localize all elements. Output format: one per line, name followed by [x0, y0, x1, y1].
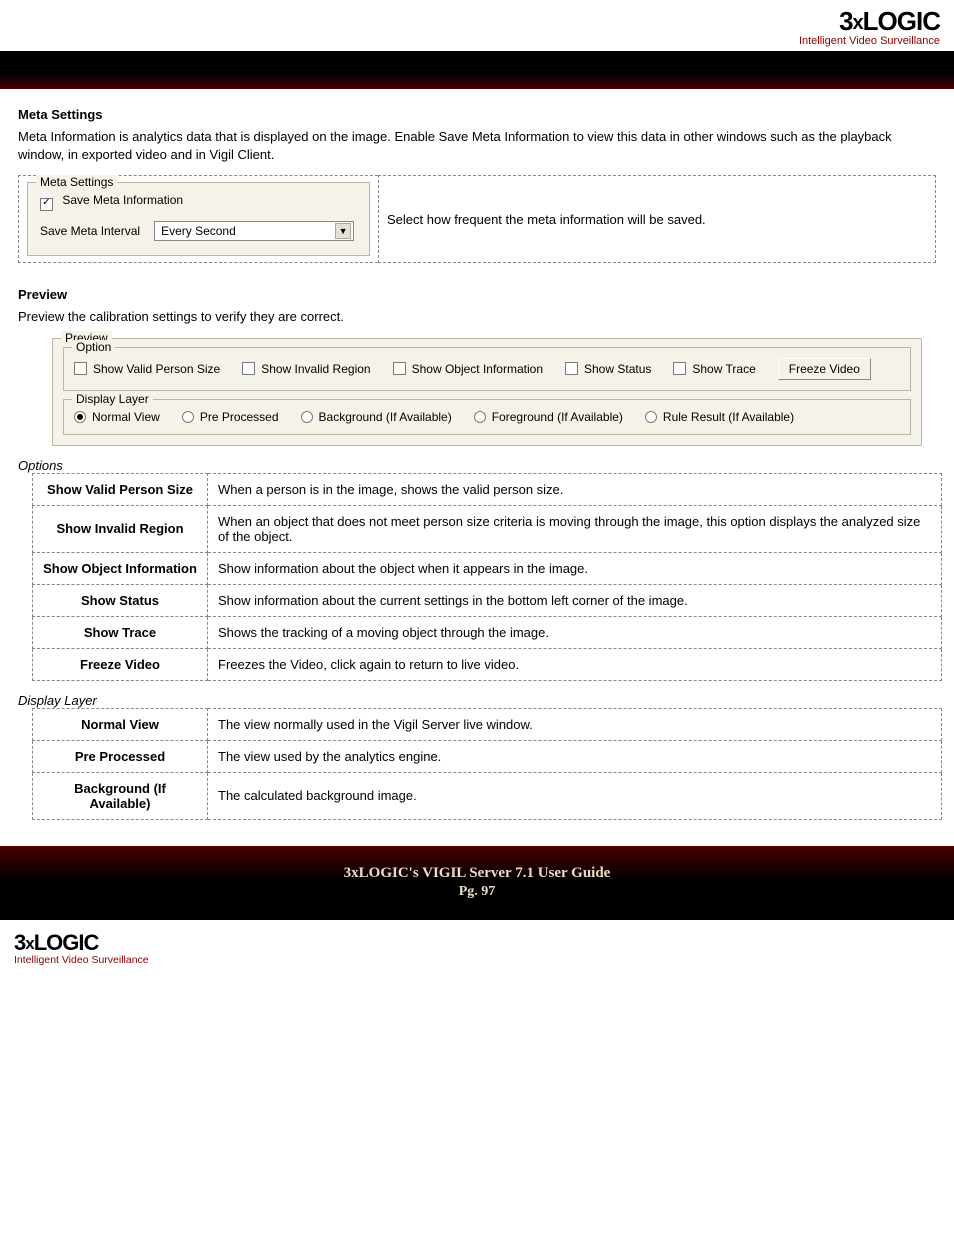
brand-logo: 3xLOGIC Intelligent Video Surveillance	[799, 6, 940, 47]
meta-settings-intro: Meta Information is analytics data that …	[18, 128, 936, 163]
header-band	[0, 51, 954, 89]
save-meta-row: Save Meta Information	[40, 193, 357, 211]
radio-icon	[182, 411, 194, 423]
meta-settings-ui-cell: Meta Settings Save Meta Information Save…	[18, 175, 378, 263]
option-invalid-region[interactable]: Show Invalid Region	[242, 362, 370, 376]
checkbox-icon	[565, 362, 578, 375]
table-row: Show StatusShow information about the cu…	[33, 584, 942, 616]
layer-pre-processed[interactable]: Pre Processed	[182, 410, 279, 424]
preview-intro: Preview the calibration settings to veri…	[18, 308, 936, 326]
radio-icon	[645, 411, 657, 423]
table-row: Background (If Available)The calculated …	[33, 772, 942, 819]
brand-logo-footer: 3xLOGIC Intelligent Video Surveillance	[14, 930, 940, 966]
radio-icon	[74, 411, 86, 423]
checkbox-icon	[74, 362, 87, 375]
footer-band: 3xLOGIC's VIGIL Server 7.1 User Guide Pg…	[0, 846, 954, 920]
preview-option-fieldset: Option Show Valid Person Size Show Inval…	[63, 347, 911, 391]
preview-fieldset: Preview Option Show Valid Person Size Sh…	[52, 338, 922, 446]
meta-settings-row: Meta Settings Save Meta Information Save…	[18, 175, 936, 263]
layer-foreground[interactable]: Foreground (If Available)	[474, 410, 623, 424]
freeze-video-button[interactable]: Freeze Video	[778, 358, 871, 380]
table-row: Show TraceShows the tracking of a moving…	[33, 616, 942, 648]
brand-tagline-footer: Intelligent Video Surveillance	[14, 954, 940, 966]
option-show-trace[interactable]: Show Trace	[673, 362, 755, 376]
save-meta-checkbox[interactable]	[40, 198, 53, 211]
option-valid-person[interactable]: Show Valid Person Size	[74, 362, 220, 376]
options-table: Show Valid Person SizeWhen a person is i…	[32, 473, 942, 681]
preview-heading: Preview	[18, 287, 936, 302]
chevron-down-icon: ▼	[335, 223, 351, 239]
brand-tagline: Intelligent Video Surveillance	[799, 35, 940, 47]
save-meta-interval-value: Every Second	[161, 224, 236, 238]
table-row: Show Invalid RegionWhen an object that d…	[33, 505, 942, 552]
meta-settings-heading: Meta Settings	[18, 107, 936, 122]
brand-name-footer: 3xLOGIC	[14, 930, 940, 956]
footer-title: 3xLOGIC's VIGIL Server 7.1 User Guide	[344, 865, 611, 882]
page-content: Meta Settings Meta Information is analyt…	[0, 89, 954, 820]
option-object-info[interactable]: Show Object Information	[393, 362, 543, 376]
layer-rule-result[interactable]: Rule Result (If Available)	[645, 410, 794, 424]
table-row: Freeze VideoFreezes the Video, click aga…	[33, 648, 942, 680]
table-row: Normal ViewThe view normally used in the…	[33, 708, 942, 740]
display-layer-legend: Display Layer	[72, 392, 153, 406]
table-row: Pre ProcessedThe view used by the analyt…	[33, 740, 942, 772]
table-row: Show Valid Person SizeWhen a person is i…	[33, 473, 942, 505]
meta-fieldset-legend: Meta Settings	[36, 175, 117, 189]
table-row: Show Object InformationShow information …	[33, 552, 942, 584]
brand-name: 3xLOGIC	[799, 6, 940, 37]
layer-background[interactable]: Background (If Available)	[301, 410, 452, 424]
checkbox-icon	[393, 362, 406, 375]
save-meta-interval-label: Save Meta Interval	[40, 224, 140, 238]
preview-display-layer-fieldset: Display Layer Normal View Pre Processed …	[63, 399, 911, 435]
radio-icon	[474, 411, 486, 423]
footer-page: Pg. 97	[459, 884, 496, 900]
radio-icon	[301, 411, 313, 423]
meta-settings-desc: Select how frequent the meta information…	[387, 212, 706, 227]
option-show-status[interactable]: Show Status	[565, 362, 651, 376]
save-meta-interval-row: Save Meta Interval Every Second ▼	[40, 221, 357, 241]
checkbox-icon	[673, 362, 686, 375]
option-legend: Option	[72, 340, 115, 354]
meta-settings-fieldset: Meta Settings Save Meta Information Save…	[27, 182, 370, 256]
options-subheading: Options	[18, 458, 936, 473]
save-meta-label: Save Meta Information	[62, 193, 183, 207]
header-brand-area: 3xLOGIC Intelligent Video Surveillance	[0, 0, 954, 51]
save-meta-interval-dropdown[interactable]: Every Second ▼	[154, 221, 354, 241]
display-layer-subheading: Display Layer	[18, 693, 936, 708]
checkbox-icon	[242, 362, 255, 375]
display-layer-table: Normal ViewThe view normally used in the…	[32, 708, 942, 820]
layer-normal-view[interactable]: Normal View	[74, 410, 160, 424]
preview-ui-wrap: Preview Option Show Valid Person Size Sh…	[52, 338, 936, 446]
footer-brand-area: 3xLOGIC Intelligent Video Surveillance	[0, 920, 954, 980]
meta-settings-desc-cell: Select how frequent the meta information…	[378, 175, 936, 263]
